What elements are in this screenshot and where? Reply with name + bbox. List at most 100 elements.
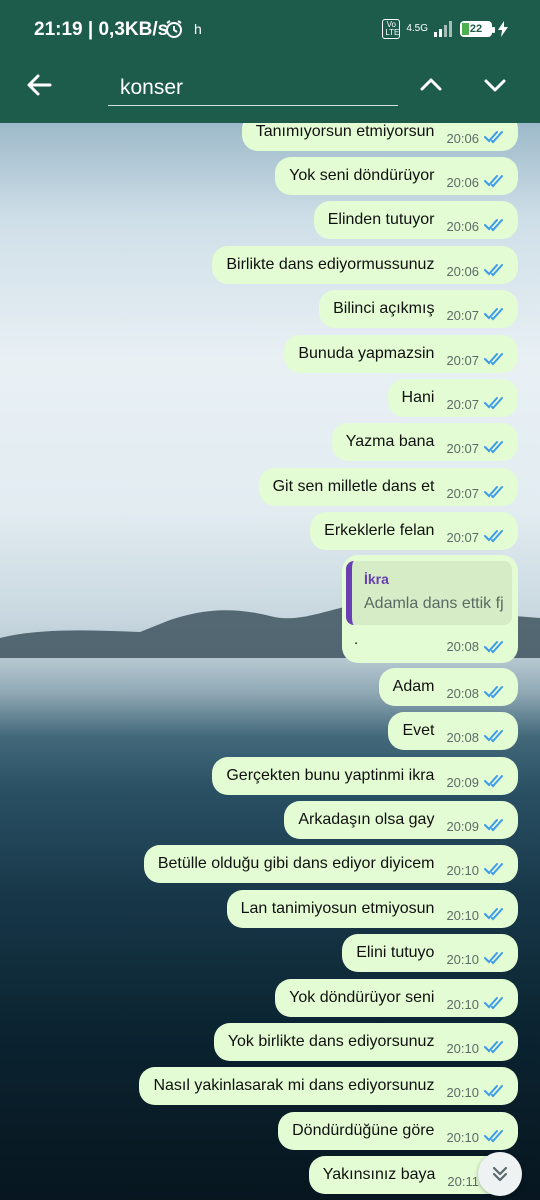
message-text: Evet [402, 722, 435, 739]
message-time: 20:11 [447, 1173, 479, 1189]
message-time: 20:10 [446, 1129, 479, 1145]
message-bubble[interactable]: Elinden tutuyor 20:06 [313, 201, 518, 239]
double-chevron-down-icon [492, 1166, 508, 1182]
message-time: 20:08 [446, 685, 479, 701]
chat-area[interactable]: Tanımıyorsun etmiyorsun 20:06 Yok seni dön… [0, 123, 540, 1200]
message-time: 20:10 [446, 907, 479, 923]
back-arrow-icon[interactable] [22, 68, 56, 102]
message-bubble[interactable]: Yok birlikte dans ediyorsunuz 20:10 [213, 1023, 518, 1061]
message-time: 20:07 [446, 307, 479, 323]
message-text: Yok birlikte dans ediyorsunuz [227, 1033, 435, 1050]
message-time: 20:08 [446, 639, 479, 654]
volte-badge: Vo LTE [382, 19, 401, 39]
message-time: 20:06 [446, 218, 479, 234]
message-row: Yazma bana 20:07 [331, 423, 518, 461]
message-bubble[interactable]: Git sen milletle dans et 20:07 [258, 468, 518, 506]
message-text: Adam [392, 678, 435, 695]
message-text: Yakınsınız baya [322, 1166, 436, 1183]
search-bar [0, 60, 540, 123]
message-time: 20:10 [446, 996, 479, 1012]
message-bubble[interactable]: Adam 20:08 [378, 668, 518, 706]
chevron-up-icon[interactable] [414, 68, 448, 102]
message-time: 20:10 [446, 951, 479, 967]
message-text: Erkeklerle felan [324, 522, 435, 539]
read-receipt-icon [484, 775, 503, 788]
message-text: Yok döndürüyor seni [289, 989, 435, 1006]
message-bubble[interactable]: Tanımıyorsun etmiyorsun 20:06 [241, 123, 518, 151]
message-time: 20:10 [446, 1040, 479, 1056]
status-time: 21:19 | 0,3KB/s [34, 19, 169, 40]
message-row: Git sen milletle dans et 20:07 [258, 468, 518, 506]
status-indicator: h [194, 21, 202, 37]
read-receipt-icon [484, 131, 503, 144]
message-text: Hani [401, 389, 435, 406]
message-row: Adam 20:08 [378, 668, 518, 706]
message-bubble[interactable]: Birlikte dans ediyormussunuz 20:06 [212, 246, 518, 284]
message-text: Lan tanimiyosun etmiyosun [240, 900, 435, 917]
message-bubble[interactable]: Yok seni döndürüyor 20:06 [275, 157, 518, 195]
message-text: Git sen milletle dans et [272, 478, 435, 495]
scroll-to-bottom-button[interactable] [478, 1152, 522, 1196]
message-time: 20:06 [446, 130, 479, 146]
message-bubble[interactable]: Evet 20:08 [388, 712, 518, 750]
chevron-down-icon[interactable] [478, 68, 512, 102]
message-text: Elini tutuyo [356, 944, 435, 961]
status-bar: 21:19 | 0,3KB/s h Vo LTE 4.5G 22 [0, 0, 540, 60]
search-input[interactable] [108, 70, 398, 105]
message-bubble[interactable]: Arkadaşın olsa gay 20:09 [284, 801, 518, 839]
message-row: Betülle olduğu gibi dans ediyor diyicem 2… [143, 845, 518, 883]
message-bubble[interactable]: Betülle olduğu gibi dans ediyor diyicem 2… [143, 845, 518, 883]
message-bubble[interactable]: Hani 20:07 [387, 379, 518, 417]
battery-icon: 22 [460, 21, 495, 37]
message-row: Birlikte dans ediyormussunuz 20:06 [212, 246, 518, 284]
read-receipt-icon [484, 997, 503, 1010]
message-bubble[interactable]: Nasıl yakinlasarak mi dans ediyorsunuz 20… [139, 1067, 518, 1105]
read-receipt-icon [484, 1130, 503, 1143]
message-time: 20:07 [446, 352, 479, 368]
battery-level: 22 [469, 23, 483, 35]
message-bubble[interactable]: Bunuda yapmazsin 20:07 [284, 335, 518, 373]
search-field[interactable] [108, 70, 398, 106]
quoted-text: Adamla dans ettik fj [364, 595, 504, 612]
read-receipt-icon [484, 264, 503, 277]
message-row: Nasıl yakinlasarak mi dans ediyorsunuz 20… [139, 1067, 518, 1105]
alarm-icon [166, 20, 182, 38]
message-time: 20:10 [446, 1084, 479, 1100]
message-bubble[interactable]: Yok döndürüyor seni 20:10 [275, 979, 518, 1017]
message-row: Arkadaşın olsa gay 20:09 [284, 801, 518, 839]
message-bubble[interactable]: Elini tutuyo 20:10 [342, 934, 518, 972]
message-row: Elini tutuyo 20:10 [342, 934, 518, 972]
message-time: 20:07 [446, 396, 479, 412]
message-time: 20:08 [446, 729, 479, 745]
message-bubble[interactable]: Gerçekten bunu yaptinmi ikra 20:09 [212, 757, 518, 795]
message-bubble[interactable]: Bilinci açıkmış 20:07 [319, 290, 518, 328]
message-row: Gerçekten bunu yaptinmi ikra 20:09 [212, 757, 518, 795]
read-receipt-icon [484, 308, 503, 321]
message-bubble[interactable]: Erkeklerle felan 20:07 [310, 512, 518, 550]
read-receipt-icon [484, 1085, 503, 1098]
reply-message[interactable]: İkra Adamla dans ettik fj . 20:08 [342, 555, 518, 663]
message-time: 20:06 [446, 174, 479, 190]
message-row: Evet 20:08 [388, 712, 518, 750]
message-text: Yazma bana [345, 433, 435, 450]
message-text: Döndürdüğüne göre [292, 1122, 435, 1139]
message-bubble[interactable]: Döndürdüğüne göre 20:10 [278, 1112, 518, 1150]
message-text: Nasıl yakinlasarak mi dans ediyorsunuz [153, 1077, 435, 1094]
message-text: Yok seni döndürüyor [289, 167, 435, 184]
message-row: Yok birlikte dans ediyorsunuz 20:10 [213, 1023, 518, 1061]
quoted-message[interactable]: İkra Adamla dans ettik fj [346, 561, 512, 625]
read-receipt-icon [484, 1041, 503, 1054]
message-bubble[interactable]: Yazma bana 20:07 [331, 423, 518, 461]
message-row: Tanımıyorsun etmiyorsun 20:06 [241, 123, 518, 151]
message-text: Bunuda yapmazsin [298, 345, 435, 362]
message-text: Elinden tutuyor [327, 211, 435, 228]
read-receipt-icon [484, 530, 503, 543]
read-receipt-icon [484, 730, 503, 743]
message-time: 20:09 [446, 818, 479, 834]
message-row: Erkeklerle felan 20:07 [310, 512, 518, 550]
message-bubble[interactable]: Lan tanimiyosun etmiyosun 20:10 [226, 890, 518, 928]
read-receipt-icon [484, 819, 503, 832]
read-receipt-icon [484, 441, 503, 454]
message-time: 20:06 [446, 263, 479, 279]
message-text: Gerçekten bunu yaptinmi ikra [226, 767, 435, 784]
